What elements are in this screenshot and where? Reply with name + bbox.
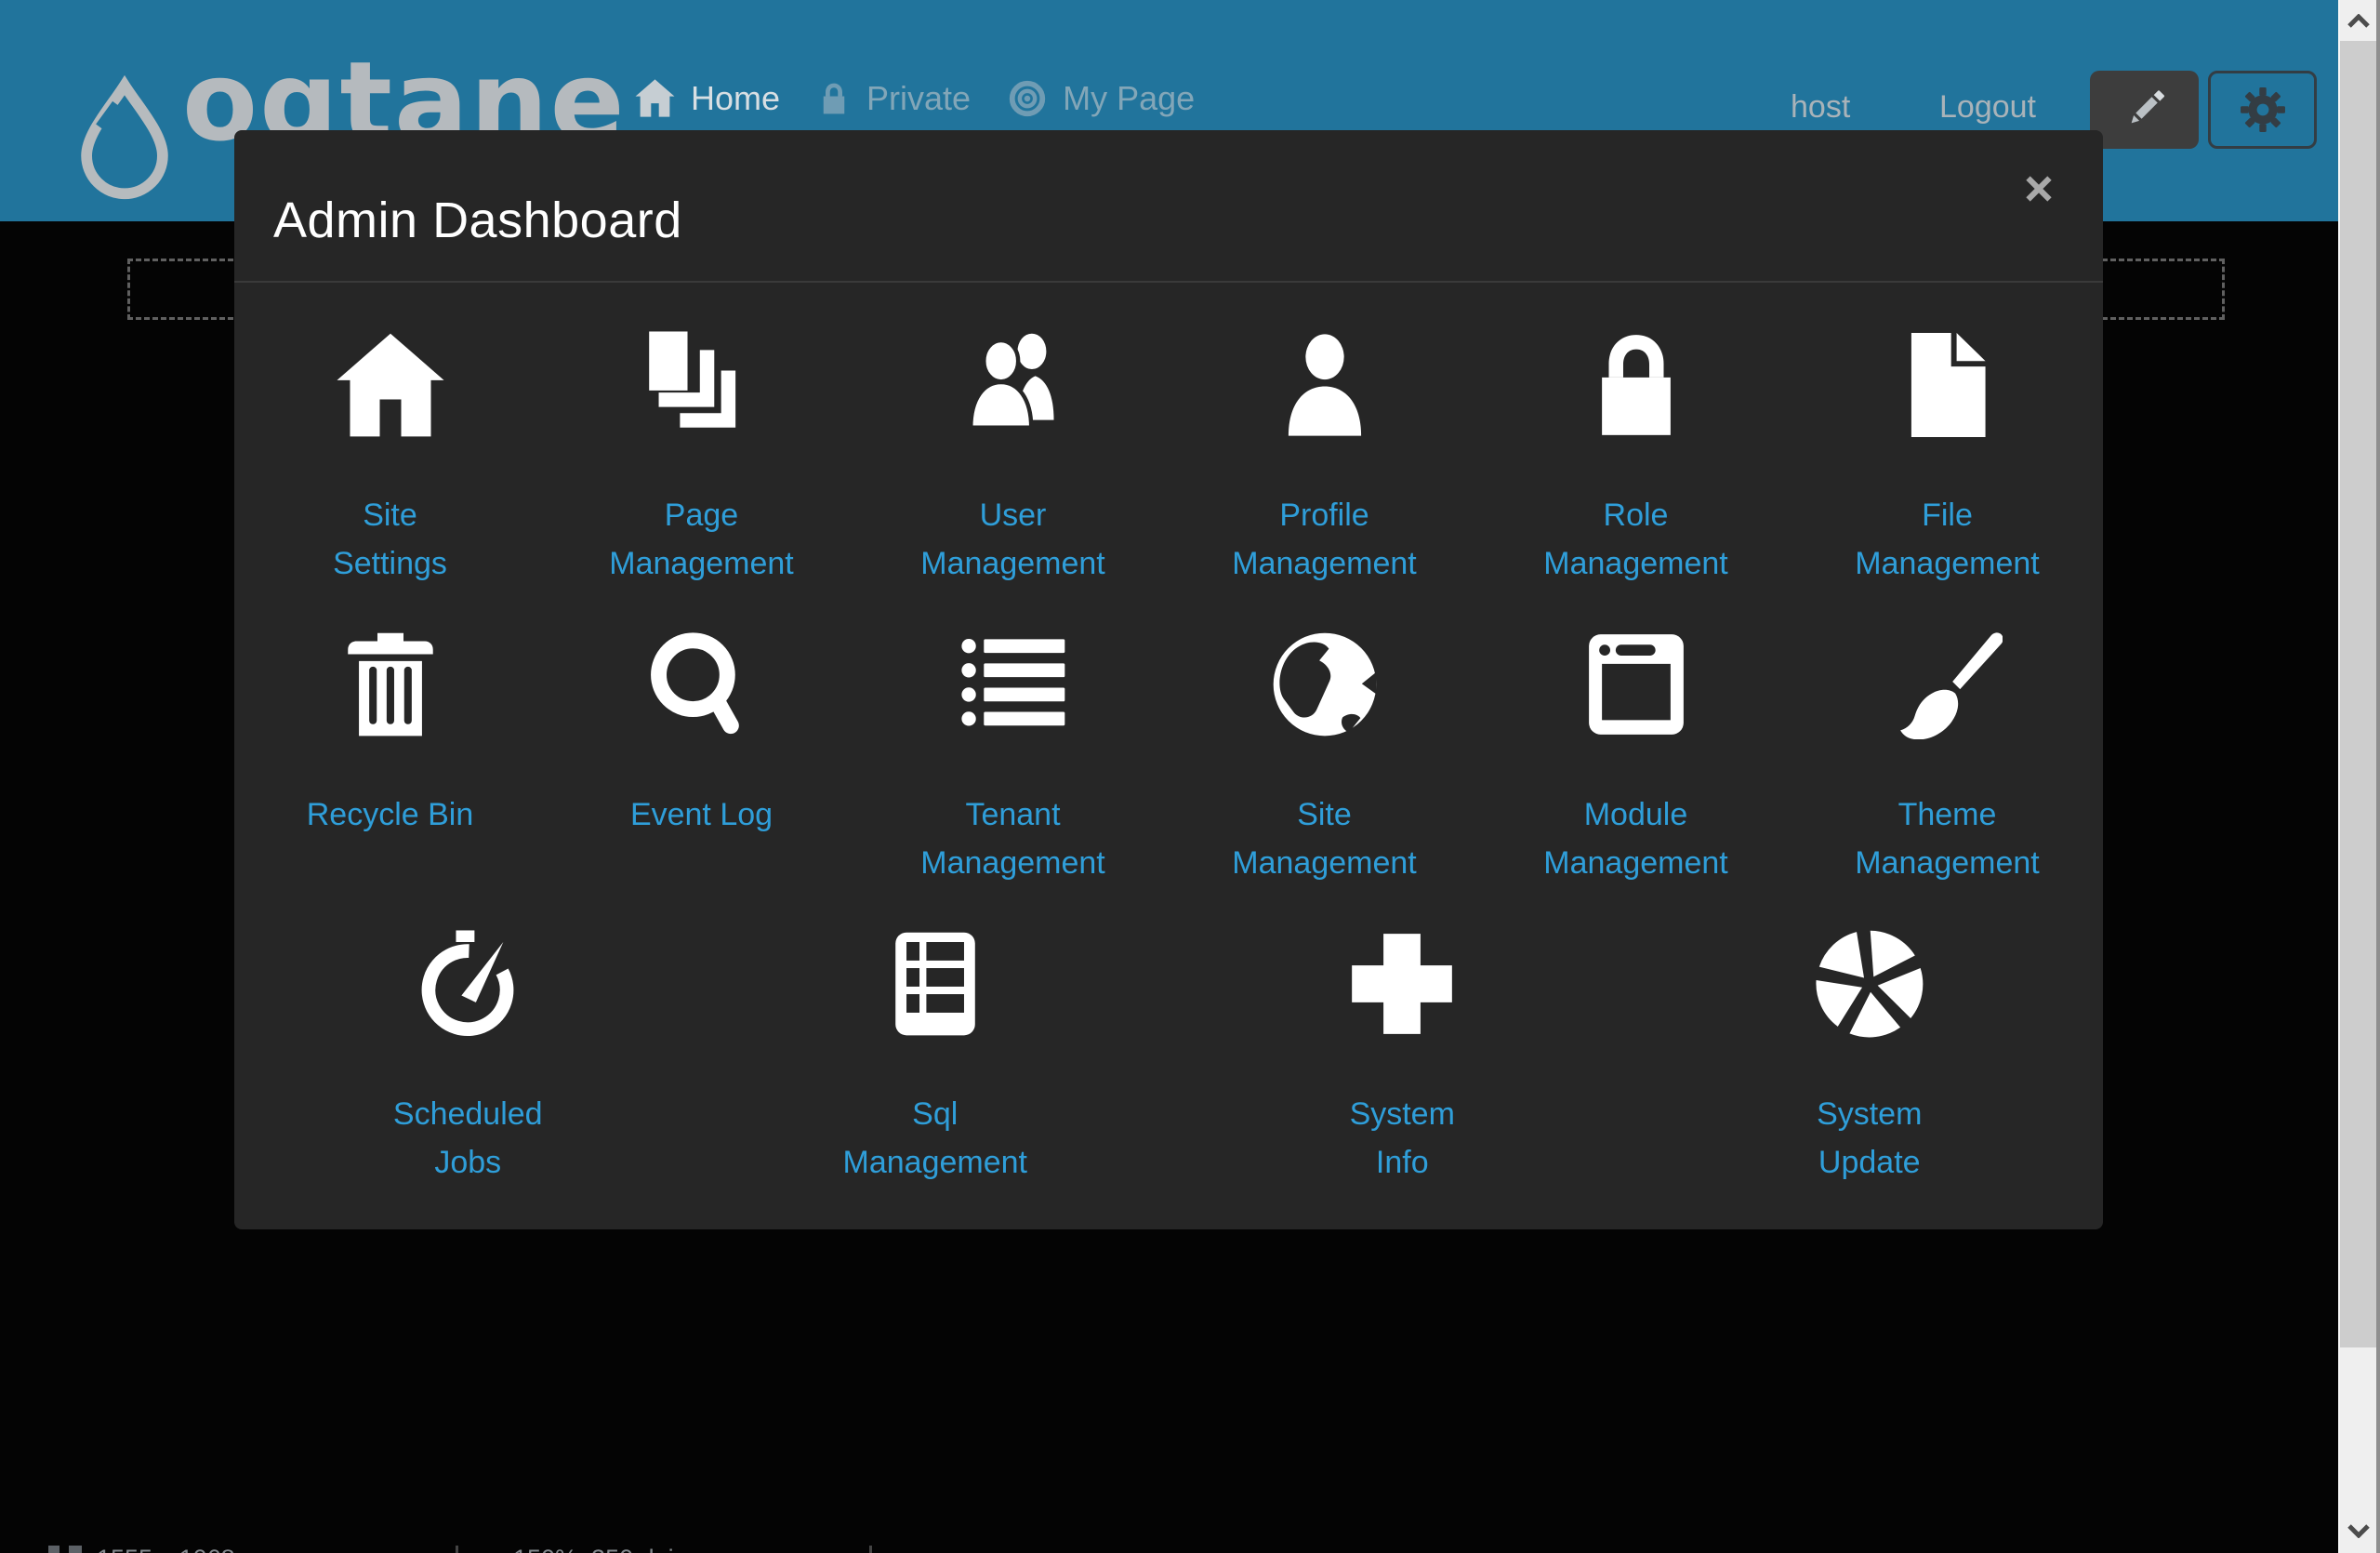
tile-label: ScheduledJobs [234, 1090, 702, 1187]
tile-event-log[interactable]: Event Log [546, 582, 857, 882]
tile-label: Recycle Bin [234, 790, 546, 839]
tile-label: ThemeManagement [1792, 790, 2103, 887]
pencil-icon [2122, 86, 2168, 133]
admin-tile-grid-row3: ScheduledJobs SqlManagement [234, 882, 2103, 1181]
status-fragment [48, 1546, 60, 1553]
scroll-up-button[interactable] [2340, 0, 2376, 41]
person-icon [1270, 330, 1380, 440]
admin-dashboard-modal: Admin Dashboard SiteSettings [234, 130, 2103, 1229]
status-fragment [69, 1546, 82, 1553]
globe-icon [1270, 630, 1380, 739]
main-nav: Home Private [635, 78, 1232, 118]
browser-icon [1581, 630, 1691, 739]
chevron-down-icon [2347, 1524, 2370, 1538]
people-icon [959, 330, 1068, 440]
scroll-down-button[interactable] [2340, 1508, 2376, 1553]
lock-icon [817, 79, 851, 118]
aperture-icon [1815, 929, 1924, 1039]
status-divider [869, 1546, 872, 1553]
tile-system-info[interactable]: SystemInfo [1169, 882, 1636, 1181]
status-divider [456, 1546, 458, 1553]
nav-item-private[interactable]: Private [817, 79, 971, 118]
tile-scheduled-jobs[interactable]: ScheduledJobs [234, 882, 702, 1181]
status-dimensions-text: 1555 x 1068px [97, 1545, 261, 1553]
settings-button[interactable] [2208, 71, 2317, 149]
home-icon [336, 330, 445, 440]
gear-icon [2238, 85, 2288, 135]
status-bar-clipped: 1555 x 1068px 150% 350 dpi [0, 1545, 2338, 1553]
spreadsheet-icon [880, 929, 990, 1039]
chevron-up-icon [2347, 14, 2370, 28]
nav-label: Private [866, 79, 971, 118]
tile-file-management[interactable]: FileManagement [1792, 283, 2103, 582]
trash-icon [336, 630, 445, 739]
tile-label: SystemInfo [1169, 1090, 1636, 1187]
tile-system-update[interactable]: SystemUpdate [1636, 882, 2104, 1181]
username-link[interactable]: host [1791, 89, 1850, 126]
timer-icon [413, 929, 522, 1039]
tile-role-management[interactable]: RoleManagement [1480, 283, 1792, 582]
tile-tenant-management[interactable]: TenantManagement [857, 582, 1169, 882]
edit-mode-button[interactable] [2090, 71, 2199, 149]
tile-label: SystemUpdate [1636, 1090, 2104, 1187]
brush-icon [1893, 630, 2003, 739]
tile-label: ModuleManagement [1480, 790, 1792, 887]
tile-site-settings[interactable]: SiteSettings [234, 283, 546, 582]
close-button[interactable] [2014, 164, 2064, 214]
admin-tile-grid: SiteSettings PageManagement [234, 283, 2103, 882]
tile-recycle-bin[interactable]: Recycle Bin [234, 582, 546, 882]
tile-label: RoleManagement [1480, 491, 1792, 588]
modal-body: SiteSettings PageManagement [234, 283, 2103, 1181]
home-icon [635, 78, 675, 118]
tile-user-management[interactable]: UserManagement [857, 283, 1169, 582]
page: oqtane Home Private [0, 0, 2380, 1553]
tile-module-management[interactable]: ModuleManagement [1480, 582, 1792, 882]
tile-sql-management[interactable]: SqlManagement [702, 882, 1170, 1181]
list-icon [959, 630, 1068, 739]
tile-label: ProfileManagement [1169, 491, 1480, 588]
tile-label: SiteSettings [234, 491, 546, 588]
status-zoom-text: 150% 350 dpi [513, 1545, 674, 1553]
close-icon [2026, 176, 2052, 202]
lock-icon [1581, 330, 1691, 440]
tile-profile-management[interactable]: ProfileManagement [1169, 283, 1480, 582]
nav-label: Home [691, 79, 780, 118]
tile-label: PageManagement [546, 491, 857, 588]
logout-link[interactable]: Logout [1939, 89, 2036, 126]
tile-label: FileManagement [1792, 491, 2103, 588]
tile-label: SiteManagement [1169, 790, 1480, 887]
magnifier-icon [647, 630, 757, 739]
vertical-scrollbar[interactable] [2338, 0, 2380, 1553]
target-icon [1008, 79, 1047, 118]
nav-item-my-page[interactable]: My Page [1008, 79, 1195, 118]
file-icon [1893, 330, 2003, 440]
nav-item-home[interactable]: Home [635, 78, 780, 118]
medical-cross-icon [1347, 929, 1457, 1039]
tile-site-management[interactable]: SiteManagement [1169, 582, 1480, 882]
nav-label: My Page [1063, 79, 1195, 118]
tile-theme-management[interactable]: ThemeManagement [1792, 582, 2103, 882]
tile-page-management[interactable]: PageManagement [546, 283, 857, 582]
tile-label: Event Log [546, 790, 857, 839]
tile-label: SqlManagement [702, 1090, 1170, 1187]
droplet-logo-icon [73, 56, 177, 223]
tile-label: UserManagement [857, 491, 1169, 588]
tile-label: TenantManagement [857, 790, 1169, 887]
scrollbar-thumb[interactable] [2340, 41, 2376, 1347]
modal-header: Admin Dashboard [234, 130, 2103, 283]
layers-icon [647, 330, 757, 440]
modal-title: Admin Dashboard [273, 192, 682, 249]
